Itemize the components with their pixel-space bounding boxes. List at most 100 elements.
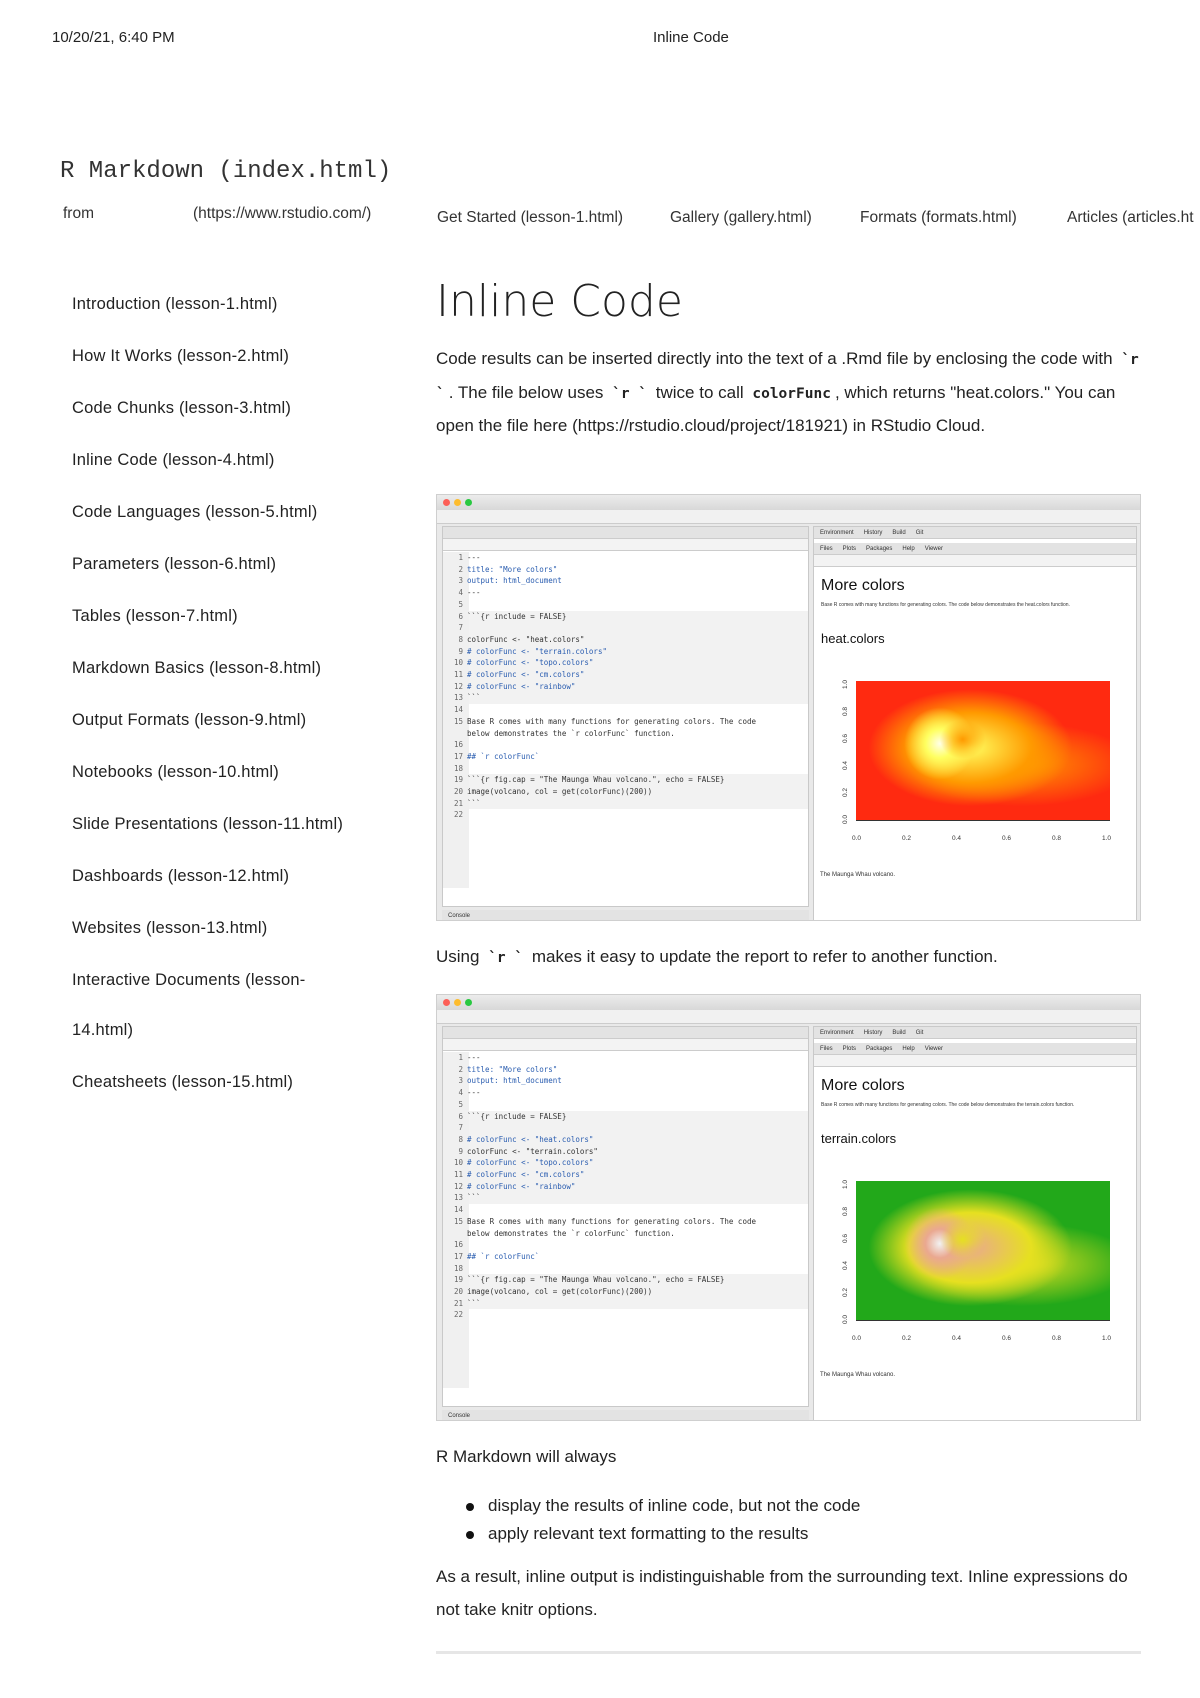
code-line: 15 Base R comes with many functions for g… xyxy=(443,1216,808,1228)
line-number: 16 xyxy=(453,1240,463,1250)
code-line: 6 ```{r include = FALSE} xyxy=(443,611,808,623)
y-tick-label: 0.4 xyxy=(842,1260,850,1271)
sidebar-item[interactable]: Code Chunks (lesson-3.html) xyxy=(72,399,291,418)
pane-tab[interactable]: Help xyxy=(902,1046,914,1052)
code-line: 22 xyxy=(443,809,808,821)
pane-tab[interactable]: Packages xyxy=(866,1046,892,1052)
line-number: 1 xyxy=(458,553,463,562)
nav-formats[interactable]: Formats (formats.html) xyxy=(860,209,1017,227)
sidebar-item[interactable]: Notebooks (lesson-10.html) xyxy=(72,763,279,782)
code-line: 10 # colorFunc <- "topo.colors" xyxy=(443,657,808,669)
pane-tab[interactable]: Build xyxy=(892,1030,905,1036)
sidebar-item[interactable]: Cheatsheets (lesson-15.html) xyxy=(72,1073,293,1092)
sidebar-item[interactable]: Tables (lesson-7.html) xyxy=(72,607,238,626)
code-text: ```{r include = FALSE} xyxy=(467,611,567,621)
x-tick-label: 0.0 xyxy=(852,835,862,842)
line-number: 12 xyxy=(453,1181,463,1191)
pane-tab[interactable]: Viewer xyxy=(925,546,943,552)
code-line: 20 image(volcano, col = get(colorFunc)(20… xyxy=(443,786,808,798)
pane-tab[interactable]: Viewer xyxy=(925,1046,943,1052)
line-number: 15 xyxy=(453,1216,463,1226)
volcano-heatmap xyxy=(856,1181,1110,1321)
line-number: 12 xyxy=(453,681,463,691)
pane-tab[interactable]: Environment xyxy=(820,1030,854,1036)
line-number: 17 xyxy=(453,1251,463,1261)
code-line: 12 # colorFunc <- "rainbow" xyxy=(443,1181,808,1193)
line-number: 5 xyxy=(458,599,463,609)
window-control-icon[interactable] xyxy=(443,499,450,506)
pane-tab[interactable]: Plots xyxy=(843,546,856,552)
pane-tab[interactable]: Git xyxy=(916,530,924,536)
line-number: 10 xyxy=(453,658,463,668)
viewer-tab-bar: Files Plots Packages Help Viewer xyxy=(814,1043,1136,1055)
sidebar-item[interactable]: Inline Code (lesson-4.html) xyxy=(72,451,275,470)
pane-tab[interactable]: Plots xyxy=(843,1046,856,1052)
code-text: # colorFunc <- "terrain.colors" xyxy=(467,646,607,656)
code-text: ``` xyxy=(467,1193,481,1203)
pane-tab[interactable]: Packages xyxy=(866,546,892,552)
y-tick-label: 0.8 xyxy=(842,706,850,717)
line-number: 19 xyxy=(453,775,463,785)
sidebar-item[interactable]: Dashboards (lesson-12.html) xyxy=(72,867,289,886)
from-label: from xyxy=(63,205,94,222)
editor-tab-bar xyxy=(443,1027,808,1039)
sidebar-item[interactable]: Output Formats (lesson-9.html) xyxy=(72,711,306,730)
code-line: 18 xyxy=(443,763,808,775)
line-number: 18 xyxy=(453,1263,463,1273)
x-tick-label: 1.0 xyxy=(1102,835,1112,842)
nav-gallery[interactable]: Gallery (gallery.html) xyxy=(670,209,812,227)
code-text: # colorFunc <- "cm.colors" xyxy=(467,1170,585,1179)
code-line: 12 # colorFunc <- "rainbow" xyxy=(443,681,808,693)
line-number: 8 xyxy=(458,634,463,644)
code-line: 7 xyxy=(443,1122,808,1134)
window-control-icon[interactable] xyxy=(465,499,472,506)
window-control-icon[interactable] xyxy=(465,999,472,1006)
window-control-icon[interactable] xyxy=(454,999,461,1006)
line-number: 2 xyxy=(458,564,463,574)
pane-tab[interactable]: Files xyxy=(820,546,833,552)
console-bar[interactable]: Console xyxy=(442,910,809,920)
pane-tab[interactable]: Files xyxy=(820,1046,833,1052)
sidebar-item[interactable]: Slide Presentations (lesson-11.html) xyxy=(72,815,343,834)
viewer-doc-title: More colors xyxy=(821,1077,905,1094)
result-paragraph: As a result, inline output is indistingu… xyxy=(436,1567,1128,1619)
sidebar-item[interactable]: How It Works (lesson-2.html) xyxy=(72,347,289,366)
sidebar-item[interactable]: 14.html) xyxy=(72,1021,133,1040)
figure-caption: The Maunga Whau volcano. xyxy=(820,872,896,878)
code-line: 11 # colorFunc <- "cm.colors" xyxy=(443,1169,808,1181)
code-line: 4 --- xyxy=(443,587,808,599)
window-control-icon[interactable] xyxy=(454,499,461,506)
site-brand-link[interactable]: R Markdown (index.html) xyxy=(60,158,391,185)
line-number: 1 xyxy=(458,1053,463,1062)
code-line: 8 # colorFunc <- "heat.colors" xyxy=(443,1134,808,1146)
sidebar-item[interactable]: Markdown Basics (lesson-8.html) xyxy=(72,659,321,678)
pane-tab[interactable]: History xyxy=(864,1030,883,1036)
pane-tab[interactable]: Build xyxy=(892,530,905,536)
sidebar-item[interactable]: Code Languages (lesson-5.html) xyxy=(72,503,317,522)
code-text: ```{r fig.cap = "The Maunga Whau volcano… xyxy=(467,775,725,785)
rstudio-link[interactable]: (https://www.rstudio.com/) xyxy=(193,205,371,223)
code-line: 19 ```{r fig.cap = "The Maunga Whau volca… xyxy=(443,774,808,786)
window-control-icon[interactable] xyxy=(443,999,450,1006)
pane-tab[interactable]: Git xyxy=(916,1030,924,1036)
console-bar[interactable]: Console xyxy=(442,1410,809,1420)
sidebar-item[interactable]: Websites (lesson-13.html) xyxy=(72,919,267,938)
line-number: 18 xyxy=(453,763,463,773)
code-text: image(volcano, col = get(colorFunc)(200)… xyxy=(467,787,653,796)
pane-tab[interactable]: History xyxy=(864,530,883,536)
pane-tab[interactable]: Help xyxy=(902,546,914,552)
nav-articles[interactable]: Articles (articles.ht xyxy=(1067,209,1194,227)
code-line: 2 title: "More colors" xyxy=(443,1064,808,1076)
rstudio-toolbar xyxy=(437,1010,1140,1024)
code-line: 21 ``` xyxy=(443,798,808,810)
nav-get-started[interactable]: Get Started (lesson-1.html) xyxy=(437,209,623,227)
sidebar-item[interactable]: Parameters (lesson-6.html) xyxy=(72,555,276,574)
x-tick-label: 1.0 xyxy=(1102,1335,1112,1342)
sidebar-item[interactable]: Interactive Documents (lesson- xyxy=(72,971,305,990)
line-number: 21 xyxy=(453,1298,463,1308)
line-number: 9 xyxy=(458,1146,463,1156)
code-line: 22 xyxy=(443,1309,808,1321)
sidebar-item[interactable]: Introduction (lesson-1.html) xyxy=(72,295,278,314)
code-line: 16 xyxy=(443,739,808,751)
pane-tab[interactable]: Environment xyxy=(820,530,854,536)
